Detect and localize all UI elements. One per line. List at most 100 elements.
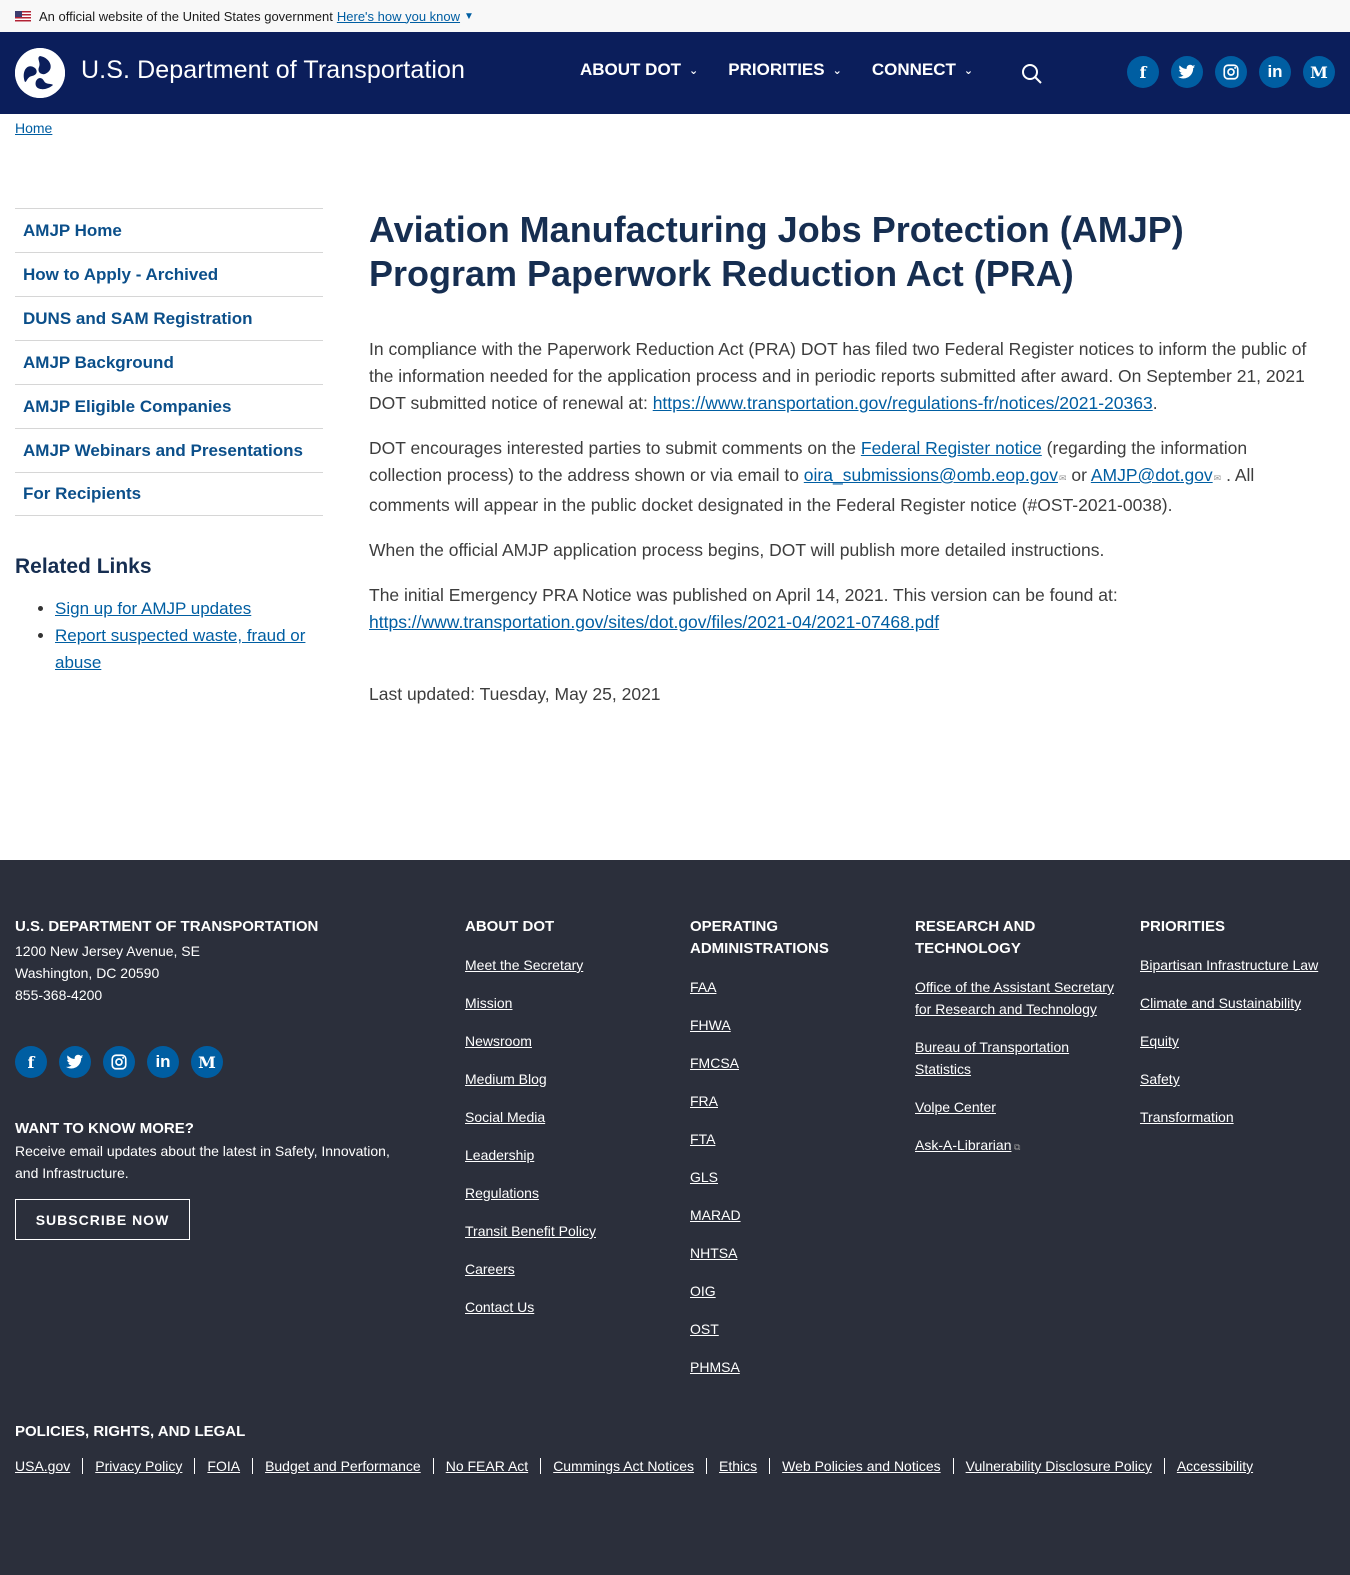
linkedin-icon[interactable]: in xyxy=(147,1046,179,1078)
policy-link-foia[interactable]: FOIA xyxy=(207,1458,240,1474)
footer-link-safety[interactable]: Safety xyxy=(1140,1068,1345,1090)
footer-link-fra[interactable]: FRA xyxy=(690,1090,890,1112)
policy-link-web-policies-and-notices[interactable]: Web Policies and Notices xyxy=(782,1458,940,1474)
footer-link-list: Meet the Secretary Mission Newsroom Medium … xyxy=(465,954,665,1318)
footer-link-climate-and-sustainability[interactable]: Climate and Sustainability xyxy=(1140,992,1345,1014)
related-link-signup[interactable]: Sign up for AMJP updates xyxy=(55,599,251,618)
heres-how-you-know-link[interactable]: Here's how you know xyxy=(337,9,460,24)
list-item: Report suspected waste, fraud or abuse xyxy=(55,622,325,676)
twitter-icon[interactable] xyxy=(59,1046,91,1078)
policy-link-accessibility[interactable]: Accessibility xyxy=(1177,1458,1253,1474)
oira-email-link[interactable]: oira_submissions@omb.eop.gov xyxy=(804,465,1058,485)
policy-link-vulnerability-disclosure-policy[interactable]: Vulnerability Disclosure Policy xyxy=(966,1458,1152,1474)
divider xyxy=(952,1458,954,1474)
last-updated: Last updated: Tuesday, May 25, 2021 xyxy=(369,684,661,704)
footer-link-volpe-center[interactable]: Volpe Center xyxy=(915,1096,1115,1118)
paragraph-process: When the official AMJP application proce… xyxy=(369,540,1105,560)
chevron-down-icon: ⌄ xyxy=(832,64,842,77)
dot-logo-icon[interactable] xyxy=(15,48,65,98)
footer-link-wrapper: Ask-A-Librarian ⧉ xyxy=(915,1134,1115,1156)
facebook-icon[interactable]: f xyxy=(15,1046,47,1078)
footer-link-bureau-of-transportation-statistics[interactable]: Bureau of Transportation Statistics xyxy=(915,1036,1115,1080)
footer-link-faa[interactable]: FAA xyxy=(690,976,890,998)
footer-link-mission[interactable]: Mission xyxy=(465,992,665,1014)
divider xyxy=(1163,1458,1165,1474)
footer-link-bipartisan-infrastructure-law[interactable]: Bipartisan Infrastructure Law xyxy=(1140,954,1345,976)
search-icon[interactable] xyxy=(1020,62,1044,86)
list-item: Sign up for AMJP updates xyxy=(55,595,325,622)
divider xyxy=(769,1458,771,1474)
initial-notice-pdf-link[interactable]: https://www.transportation.gov/sites/dot… xyxy=(369,612,939,632)
footer-col-title: RESEARCH AND TECHNOLOGY xyxy=(915,918,1036,957)
breadcrumb-home-link[interactable]: Home xyxy=(15,120,52,136)
footer-link-social-media[interactable]: Social Media xyxy=(465,1106,665,1128)
sidebar-item-background[interactable]: AMJP Background xyxy=(15,340,323,384)
footer-link-phmsa[interactable]: PHMSA xyxy=(690,1356,890,1378)
footer-about-dot: ABOUT DOT Meet the Secretary Mission Newsr… xyxy=(465,916,665,1334)
footer-link-nhtsa[interactable]: NHTSA xyxy=(690,1242,890,1264)
footer-link-office-of-the-assistant-secretary-for-research-and-technology[interactable]: Office of the Assistant Secretary for Re… xyxy=(915,976,1115,1020)
footer-col-title: OPERATING ADMINISTRATIONS xyxy=(690,918,829,957)
instagram-icon[interactable] xyxy=(1215,56,1247,88)
paragraph-comments: DOT encourages interested parties to sub… xyxy=(369,435,1319,519)
footer-link-newsroom[interactable]: Newsroom xyxy=(465,1030,665,1052)
footer-link-gls[interactable]: GLS xyxy=(690,1166,890,1188)
sidebar-item-for-recipients[interactable]: For Recipients xyxy=(15,472,323,516)
policy-link-usa-gov[interactable]: USA.gov xyxy=(15,1458,70,1474)
nav-about-dot[interactable]: ABOUT DOT ⌄ xyxy=(580,60,698,80)
footer-link-fhwa[interactable]: FHWA xyxy=(690,1014,890,1036)
footer-link-marad[interactable]: MARAD xyxy=(690,1204,890,1226)
footer-link-equity[interactable]: Equity xyxy=(1140,1030,1345,1052)
footer-link-ask-a-librarian[interactable]: Ask-A-Librarian xyxy=(915,1137,1011,1153)
chevron-down-icon[interactable]: ▼ xyxy=(464,11,474,22)
main-content: Aviation Manufacturing Jobs Protection (… xyxy=(369,208,1319,705)
sidebar-item-webinars[interactable]: AMJP Webinars and Presentations xyxy=(15,428,323,472)
facebook-icon[interactable]: f xyxy=(1127,56,1159,88)
amjp-email-link[interactable]: AMJP@dot.gov xyxy=(1091,465,1213,485)
medium-icon[interactable]: M xyxy=(1303,56,1335,88)
footer-link-regulations[interactable]: Regulations xyxy=(465,1182,665,1204)
footer-link-meet-the-secretary[interactable]: Meet the Secretary xyxy=(465,954,665,976)
federal-register-notice-link[interactable]: Federal Register notice xyxy=(861,438,1042,458)
policy-link-no-fear-act[interactable]: No FEAR Act xyxy=(446,1458,528,1474)
footer-link-careers[interactable]: Careers xyxy=(465,1258,665,1280)
policy-link-cummings-act-notices[interactable]: Cummings Act Notices xyxy=(553,1458,694,1474)
nav-priorities[interactable]: PRIORITIES ⌄ xyxy=(728,60,842,80)
footer-address: 1200 New Jersey Avenue, SE Washington, D… xyxy=(15,940,415,1006)
footer-link-contact-us[interactable]: Contact Us xyxy=(465,1296,665,1318)
sidebar-item-amjp-home[interactable]: AMJP Home xyxy=(15,208,323,252)
chevron-down-icon: ⌄ xyxy=(963,64,974,77)
footer-link-leadership[interactable]: Leadership xyxy=(465,1144,665,1166)
page-title: Aviation Manufacturing Jobs Protection (… xyxy=(369,209,1184,294)
twitter-icon[interactable] xyxy=(1171,56,1203,88)
footer-link-ost[interactable]: OST xyxy=(690,1318,890,1340)
medium-icon[interactable]: M xyxy=(191,1046,223,1078)
subscribe-button[interactable]: SUBSCRIBE NOW xyxy=(15,1199,190,1240)
site-title[interactable]: U.S. Department of Transportation xyxy=(81,56,465,85)
footer-link-list: Bipartisan Infrastructure Law Climate and… xyxy=(1140,954,1345,1128)
related-link-report-fraud[interactable]: Report suspected waste, fraud or abuse xyxy=(55,626,305,672)
footer-link-fta[interactable]: FTA xyxy=(690,1128,890,1150)
chevron-down-icon: ⌄ xyxy=(689,64,699,77)
policy-link-budget-and-performance[interactable]: Budget and Performance xyxy=(265,1458,421,1474)
policies-link-list: USA.gov Privacy Policy FOIA Budget and Perf… xyxy=(15,1458,1253,1474)
policy-link-ethics[interactable]: Ethics xyxy=(719,1458,757,1474)
footer-link-transit-benefit-policy[interactable]: Transit Benefit Policy xyxy=(465,1220,665,1242)
notice-renewal-link[interactable]: https://www.transportation.gov/regulatio… xyxy=(653,393,1153,413)
instagram-icon[interactable] xyxy=(103,1046,135,1078)
sidebar-item-eligible-companies[interactable]: AMJP Eligible Companies xyxy=(15,384,323,428)
footer-link-fmcsa[interactable]: FMCSA xyxy=(690,1052,890,1074)
paragraph-text: DOT encourages interested parties to sub… xyxy=(369,438,861,458)
sidebar-item-duns-sam[interactable]: DUNS and SAM Registration xyxy=(15,296,323,340)
us-flag-icon xyxy=(15,10,31,22)
footer-link-oig[interactable]: OIG xyxy=(690,1280,890,1302)
policy-link-privacy-policy[interactable]: Privacy Policy xyxy=(95,1458,182,1474)
linkedin-icon[interactable]: in xyxy=(1259,56,1291,88)
footer-link-medium-blog[interactable]: Medium Blog xyxy=(465,1068,665,1090)
nav-label: PRIORITIES xyxy=(728,60,825,79)
sidebar-item-how-to-apply[interactable]: How to Apply - Archived xyxy=(15,252,323,296)
footer-newsletter: WANT TO KNOW MORE? Receive email updates… xyxy=(15,1118,415,1184)
footer-link-transformation[interactable]: Transformation xyxy=(1140,1106,1345,1128)
divider xyxy=(540,1458,542,1474)
nav-connect[interactable]: CONNECT ⌄ xyxy=(872,60,973,80)
